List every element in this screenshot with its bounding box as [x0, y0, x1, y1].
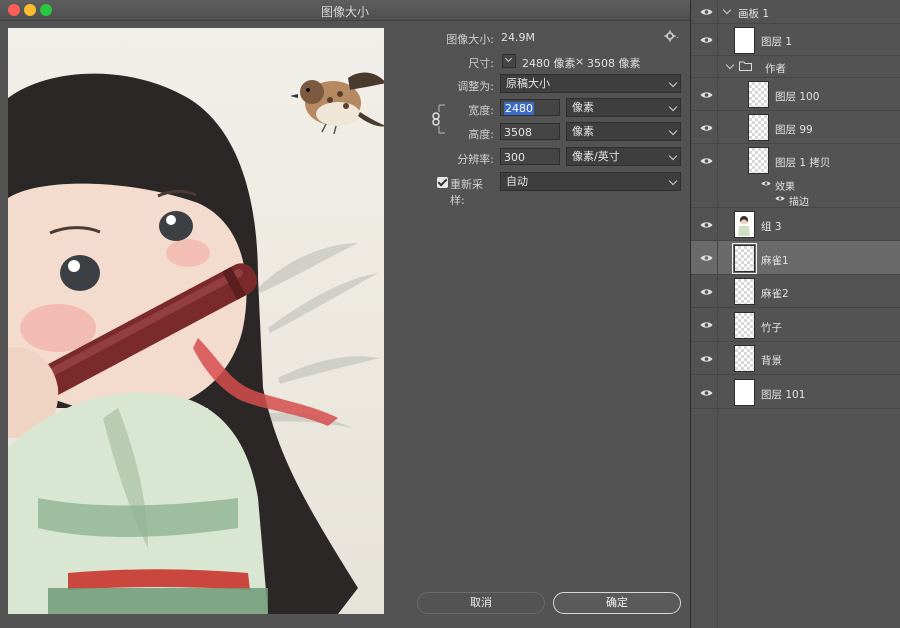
layer-row[interactable]: 组 3: [691, 208, 900, 241]
layer-row[interactable]: 图层 1: [691, 24, 900, 56]
chevron-down-icon[interactable]: [722, 5, 732, 15]
chevron-down-icon: [668, 126, 678, 136]
layer-row[interactable]: 图层 101: [691, 375, 900, 409]
layer-name: 麻雀2: [761, 288, 789, 300]
eye-icon[interactable]: [700, 355, 713, 363]
fit-to-dropdown[interactable]: 原稿大小: [500, 74, 681, 93]
layer-thumbnail: [734, 345, 755, 372]
layer-group-name: 作者: [765, 63, 786, 75]
eye-icon[interactable]: [700, 254, 713, 262]
layer-name: 图层 1 拷贝: [775, 157, 831, 169]
fit-to-label: 调整为:: [457, 80, 494, 93]
layer-row-selected[interactable]: 麻雀1: [691, 241, 900, 275]
layer-name: 图层 100: [775, 91, 820, 103]
dimensions-times: ×: [575, 55, 585, 68]
resample-method-dropdown[interactable]: 自动: [500, 172, 681, 191]
cancel-button[interactable]: 取消: [417, 592, 545, 614]
eye-column-divider: [717, 409, 718, 628]
resolution-unit-dropdown[interactable]: 像素/英寸: [566, 147, 681, 166]
layer-thumbnail: [734, 312, 755, 339]
height-unit-dropdown[interactable]: 像素: [566, 122, 681, 141]
resolution-unit-value: 像素/英寸: [572, 150, 620, 163]
eye-icon[interactable]: [700, 91, 713, 99]
width-label: 宽度:: [468, 104, 494, 117]
chevron-down-icon: [668, 176, 678, 186]
height-label: 高度:: [468, 128, 494, 141]
layer-thumbnail: [734, 211, 755, 238]
stroke-eye-icon[interactable]: [775, 195, 785, 202]
eye-icon[interactable]: [700, 36, 713, 44]
eye-icon[interactable]: [700, 8, 713, 16]
eye-icon[interactable]: [700, 321, 713, 329]
fit-to-value: 原稿大小: [506, 77, 550, 90]
layer-row[interactable]: 竹子: [691, 308, 900, 342]
eye-icon[interactable]: [700, 157, 713, 165]
folder-icon: [739, 61, 752, 71]
layer-row[interactable]: 图层 99: [691, 111, 900, 144]
layer-name: 图层 101: [761, 389, 806, 401]
resolution-input[interactable]: 300: [500, 148, 560, 165]
chevron-down-icon: [668, 151, 678, 161]
layer-thumbnail: [734, 27, 755, 54]
dimensions-height-value: 3508 像素: [587, 57, 641, 70]
layer-name: 图层 1: [761, 36, 793, 48]
title-bar: 图像大小: [0, 0, 690, 21]
image-size-value: 24.9M: [501, 31, 535, 44]
layer-name: 竹子: [761, 322, 782, 334]
layer-thumbnail: [748, 147, 769, 174]
layer-row[interactable]: 背景: [691, 342, 900, 375]
layer-thumbnail: [732, 243, 757, 274]
eye-icon[interactable]: [700, 124, 713, 132]
image-size-label: 图像大小:: [446, 33, 494, 46]
layer-thumbnail: [748, 114, 769, 141]
layer-name: 组 3: [761, 221, 782, 233]
eye-icon[interactable]: [700, 389, 713, 397]
chevron-down-icon: [668, 78, 678, 88]
layer-name: 麻雀1: [761, 255, 789, 267]
eye-icon[interactable]: [700, 288, 713, 296]
width-input[interactable]: 2480: [500, 99, 560, 116]
resample-method-value: 自动: [506, 175, 528, 188]
gear-icon[interactable]: [664, 30, 680, 42]
effects-eye-icon[interactable]: [761, 180, 771, 187]
layer-row-artboard[interactable]: 画板 1: [691, 0, 900, 24]
layer-thumbnail: [748, 81, 769, 108]
layers-panel: 画板 1 图层 1 作者 图层 100 图层 99 图层 1 拷贝 效果 描边 …: [690, 0, 900, 628]
layer-name: 图层 99: [775, 124, 813, 136]
width-unit-dropdown[interactable]: 像素: [566, 98, 681, 117]
dialog-title: 图像大小: [320, 5, 369, 19]
resolution-label: 分辨率:: [457, 153, 494, 166]
dimensions-label: 尺寸:: [468, 57, 494, 70]
layer-group-row[interactable]: 作者: [691, 56, 900, 78]
layer-row[interactable]: 麻雀2: [691, 275, 900, 308]
layer-row[interactable]: 图层 1 拷贝 效果 描边: [691, 144, 900, 208]
image-preview[interactable]: [8, 28, 384, 614]
chevron-down-icon: [668, 102, 678, 112]
dimensions-units-chevron-icon[interactable]: [502, 54, 516, 68]
resample-checkbox[interactable]: [437, 177, 448, 188]
dimensions-width-value: 2480 像素: [522, 57, 576, 70]
chevron-down-icon[interactable]: [725, 60, 735, 70]
image-size-dialog: 图像大小 图像大小: 24.9M 尺寸: 2480 像素 × 3508 像素 调…: [0, 0, 690, 628]
artboard-name: 画板 1: [738, 8, 770, 20]
effects-label: 效果: [775, 182, 795, 193]
ok-button[interactable]: 确定: [553, 592, 681, 614]
layer-thumbnail: [734, 278, 755, 305]
stroke-effect-label: 描边: [789, 197, 809, 208]
height-input[interactable]: 3508: [500, 123, 560, 140]
illustration-preview: [8, 72, 384, 614]
sparrow-figure: [290, 72, 384, 135]
layer-row[interactable]: 图层 100: [691, 78, 900, 111]
width-unit-value: 像素: [572, 101, 594, 114]
layer-name: 背景: [761, 355, 782, 367]
resample-label: 重新采样:: [450, 178, 483, 207]
eye-icon[interactable]: [700, 221, 713, 229]
layer-thumbnail: [734, 379, 755, 406]
height-unit-value: 像素: [572, 125, 594, 138]
width-value: 2480: [504, 102, 534, 115]
